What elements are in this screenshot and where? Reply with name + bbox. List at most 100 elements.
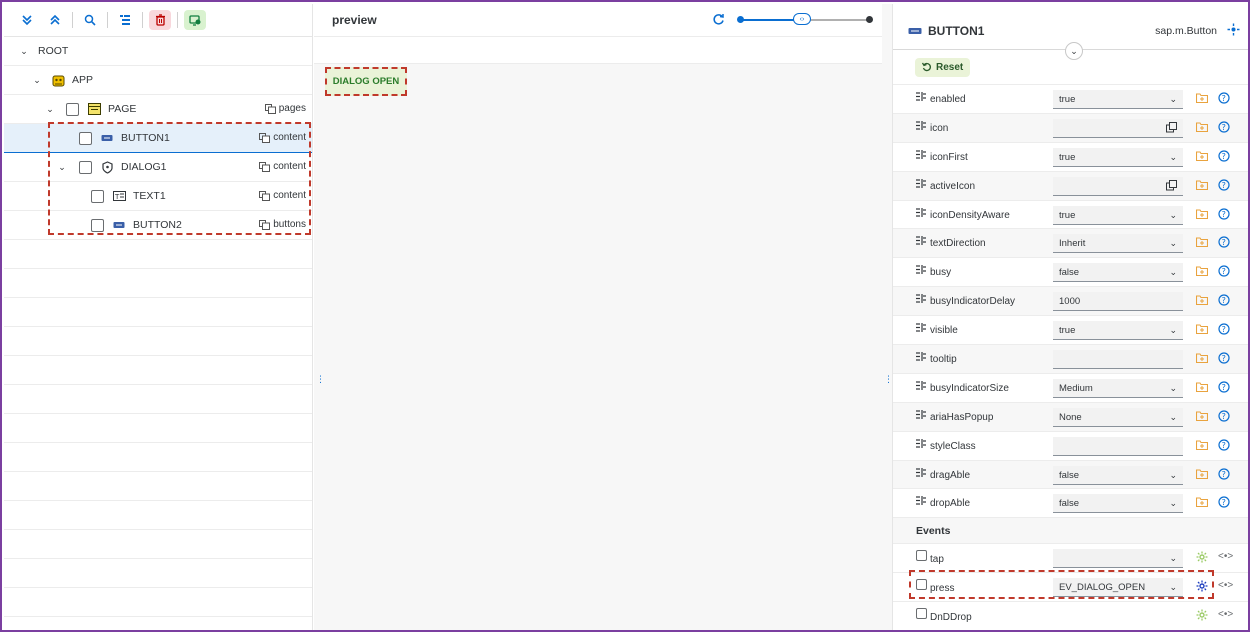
- binding-folder-icon[interactable]: [1195, 92, 1209, 106]
- left-splitter-grip-icon[interactable]: ⋮: [316, 375, 325, 388]
- property-value-field[interactable]: false ⌄: [1053, 465, 1183, 485]
- binding-folder-icon[interactable]: [1195, 381, 1209, 395]
- help-icon[interactable]: ?: [1218, 496, 1230, 511]
- property-row-busy: busy false ⌄?: [893, 258, 1248, 288]
- tree-node-checkbox[interactable]: [79, 160, 92, 174]
- binding-folder-icon[interactable]: [1195, 468, 1209, 482]
- chevron-down-icon: ⌄: [1169, 325, 1177, 336]
- property-value-field[interactable]: true ⌄: [1053, 321, 1183, 341]
- binding-folder-icon[interactable]: [1195, 208, 1209, 222]
- value-help-icon[interactable]: [1166, 179, 1177, 194]
- refresh-icon[interactable]: [712, 13, 725, 29]
- binding-folder-icon[interactable]: [1195, 352, 1209, 366]
- help-icon[interactable]: ?: [1218, 439, 1230, 454]
- code-icon[interactable]: <•>: [1218, 580, 1233, 591]
- property-value-field[interactable]: [1053, 436, 1183, 456]
- property-value-field[interactable]: [1053, 118, 1183, 138]
- property-row-busyindicatorsize: busyIndicatorSize Medium ⌄?: [893, 374, 1248, 403]
- chevron-down-icon[interactable]: ⌄: [18, 46, 30, 57]
- outline-icon[interactable]: [114, 10, 136, 30]
- help-icon[interactable]: ?: [1218, 179, 1230, 194]
- property-value-field[interactable]: true ⌄: [1053, 90, 1183, 109]
- dialog-open-button[interactable]: DIALOG OPEN: [325, 67, 407, 96]
- help-icon[interactable]: ?: [1218, 265, 1230, 280]
- svg-text:?: ?: [1222, 181, 1226, 190]
- event-checkbox[interactable]: [916, 550, 927, 562]
- tree-node-checkbox[interactable]: [91, 189, 104, 203]
- binding-folder-icon[interactable]: [1195, 236, 1209, 250]
- add-element-icon[interactable]: [184, 10, 206, 30]
- property-value-field[interactable]: [1053, 176, 1183, 196]
- tree-node-button1[interactable]: BUTTON1 content: [4, 124, 312, 153]
- property-value-field[interactable]: false ⌄: [1053, 494, 1183, 514]
- zoom-slider-handle[interactable]: ‹›: [793, 13, 811, 25]
- binding-folder-icon[interactable]: [1195, 439, 1209, 453]
- property-value-field[interactable]: 1000: [1053, 292, 1183, 312]
- event-checkbox[interactable]: [916, 608, 927, 620]
- tree-node-checkbox[interactable]: [79, 131, 92, 145]
- property-value-field[interactable]: Inherit ⌄: [1053, 234, 1183, 254]
- expand-all-icon[interactable]: [16, 10, 38, 30]
- help-icon[interactable]: ?: [1218, 410, 1230, 425]
- property-value-field[interactable]: None ⌄: [1053, 407, 1183, 427]
- property-value-field[interactable]: Medium ⌄: [1053, 378, 1183, 398]
- help-icon[interactable]: ?: [1218, 236, 1230, 251]
- tree-toolbar: [4, 4, 312, 37]
- tree-empty-row: [4, 298, 312, 327]
- value-help-icon[interactable]: [1166, 121, 1177, 136]
- tree-node-dialog1[interactable]: ⌄ DIALOG1 content: [4, 153, 312, 182]
- help-icon[interactable]: ?: [1218, 150, 1230, 165]
- help-icon[interactable]: ?: [1218, 92, 1230, 107]
- binding-folder-icon[interactable]: [1195, 121, 1209, 135]
- property-value-field[interactable]: false ⌄: [1053, 263, 1183, 283]
- help-icon[interactable]: ?: [1218, 467, 1230, 483]
- property-value-field[interactable]: true ⌄: [1053, 147, 1183, 167]
- tree-node-checkbox[interactable]: [91, 218, 104, 232]
- help-icon[interactable]: ?: [1218, 352, 1230, 367]
- binding-folder-icon[interactable]: [1195, 294, 1209, 308]
- tree-empty-row: [4, 501, 312, 530]
- chevron-down-icon[interactable]: ⌄: [56, 162, 68, 173]
- binding-folder-icon[interactable]: [1195, 179, 1209, 193]
- tree-node-root[interactable]: ⌄ ROOT: [4, 37, 312, 66]
- settings-move-icon[interactable]: [1227, 23, 1240, 39]
- tree-node-page[interactable]: ⌄ PAGE pages: [4, 95, 312, 124]
- binding-folder-icon[interactable]: [1195, 150, 1209, 164]
- code-icon[interactable]: <•>: [1218, 551, 1233, 562]
- binding-folder-icon[interactable]: [1195, 496, 1209, 510]
- collapse-header-icon[interactable]: ⌄: [1065, 42, 1083, 60]
- binding-folder-icon[interactable]: [1195, 265, 1209, 279]
- binding-folder-icon[interactable]: [1195, 410, 1209, 424]
- tree-node-checkbox[interactable]: [66, 102, 79, 116]
- gear-icon[interactable]: [1196, 609, 1208, 624]
- collapse-all-icon[interactable]: [44, 10, 66, 30]
- event-checkbox[interactable]: [916, 579, 927, 591]
- right-splitter-grip-icon[interactable]: ⋮: [884, 375, 893, 388]
- property-value-field[interactable]: [1053, 350, 1183, 370]
- property-value-field[interactable]: true ⌄: [1053, 205, 1183, 225]
- gear-icon[interactable]: [1196, 551, 1208, 566]
- property-icon: [915, 380, 927, 394]
- event-handler-select[interactable]: EV_DIALOG_OPEN ⌄: [1053, 578, 1183, 598]
- event-row-dnddrop: DnDDrop <•>: [893, 602, 1248, 630]
- chevron-down-icon[interactable]: ⌄: [44, 104, 56, 115]
- event-handler-select[interactable]: ⌄: [1053, 549, 1183, 569]
- binding-folder-icon[interactable]: [1195, 323, 1209, 337]
- tree-node-button2[interactable]: BUTTON2 buttons: [4, 211, 312, 240]
- search-icon[interactable]: [79, 10, 101, 30]
- button-control-icon: [100, 131, 114, 145]
- tree-node-text1[interactable]: T TEXT1 content: [4, 182, 312, 211]
- code-icon[interactable]: <•>: [1218, 609, 1233, 620]
- chevron-down-icon[interactable]: ⌄: [31, 75, 43, 86]
- help-icon[interactable]: ?: [1218, 294, 1230, 309]
- delete-icon[interactable]: [149, 10, 171, 30]
- tree-empty-row: [4, 443, 312, 472]
- tree-node-app[interactable]: ⌄ APP: [4, 66, 312, 95]
- help-icon[interactable]: ?: [1218, 207, 1230, 223]
- reset-button[interactable]: Reset: [915, 57, 971, 77]
- gear-icon[interactable]: [1196, 580, 1208, 595]
- help-icon[interactable]: ?: [1218, 121, 1230, 136]
- aggregation-icon: [259, 219, 271, 230]
- help-icon[interactable]: ?: [1218, 381, 1230, 396]
- help-icon[interactable]: ?: [1218, 323, 1230, 338]
